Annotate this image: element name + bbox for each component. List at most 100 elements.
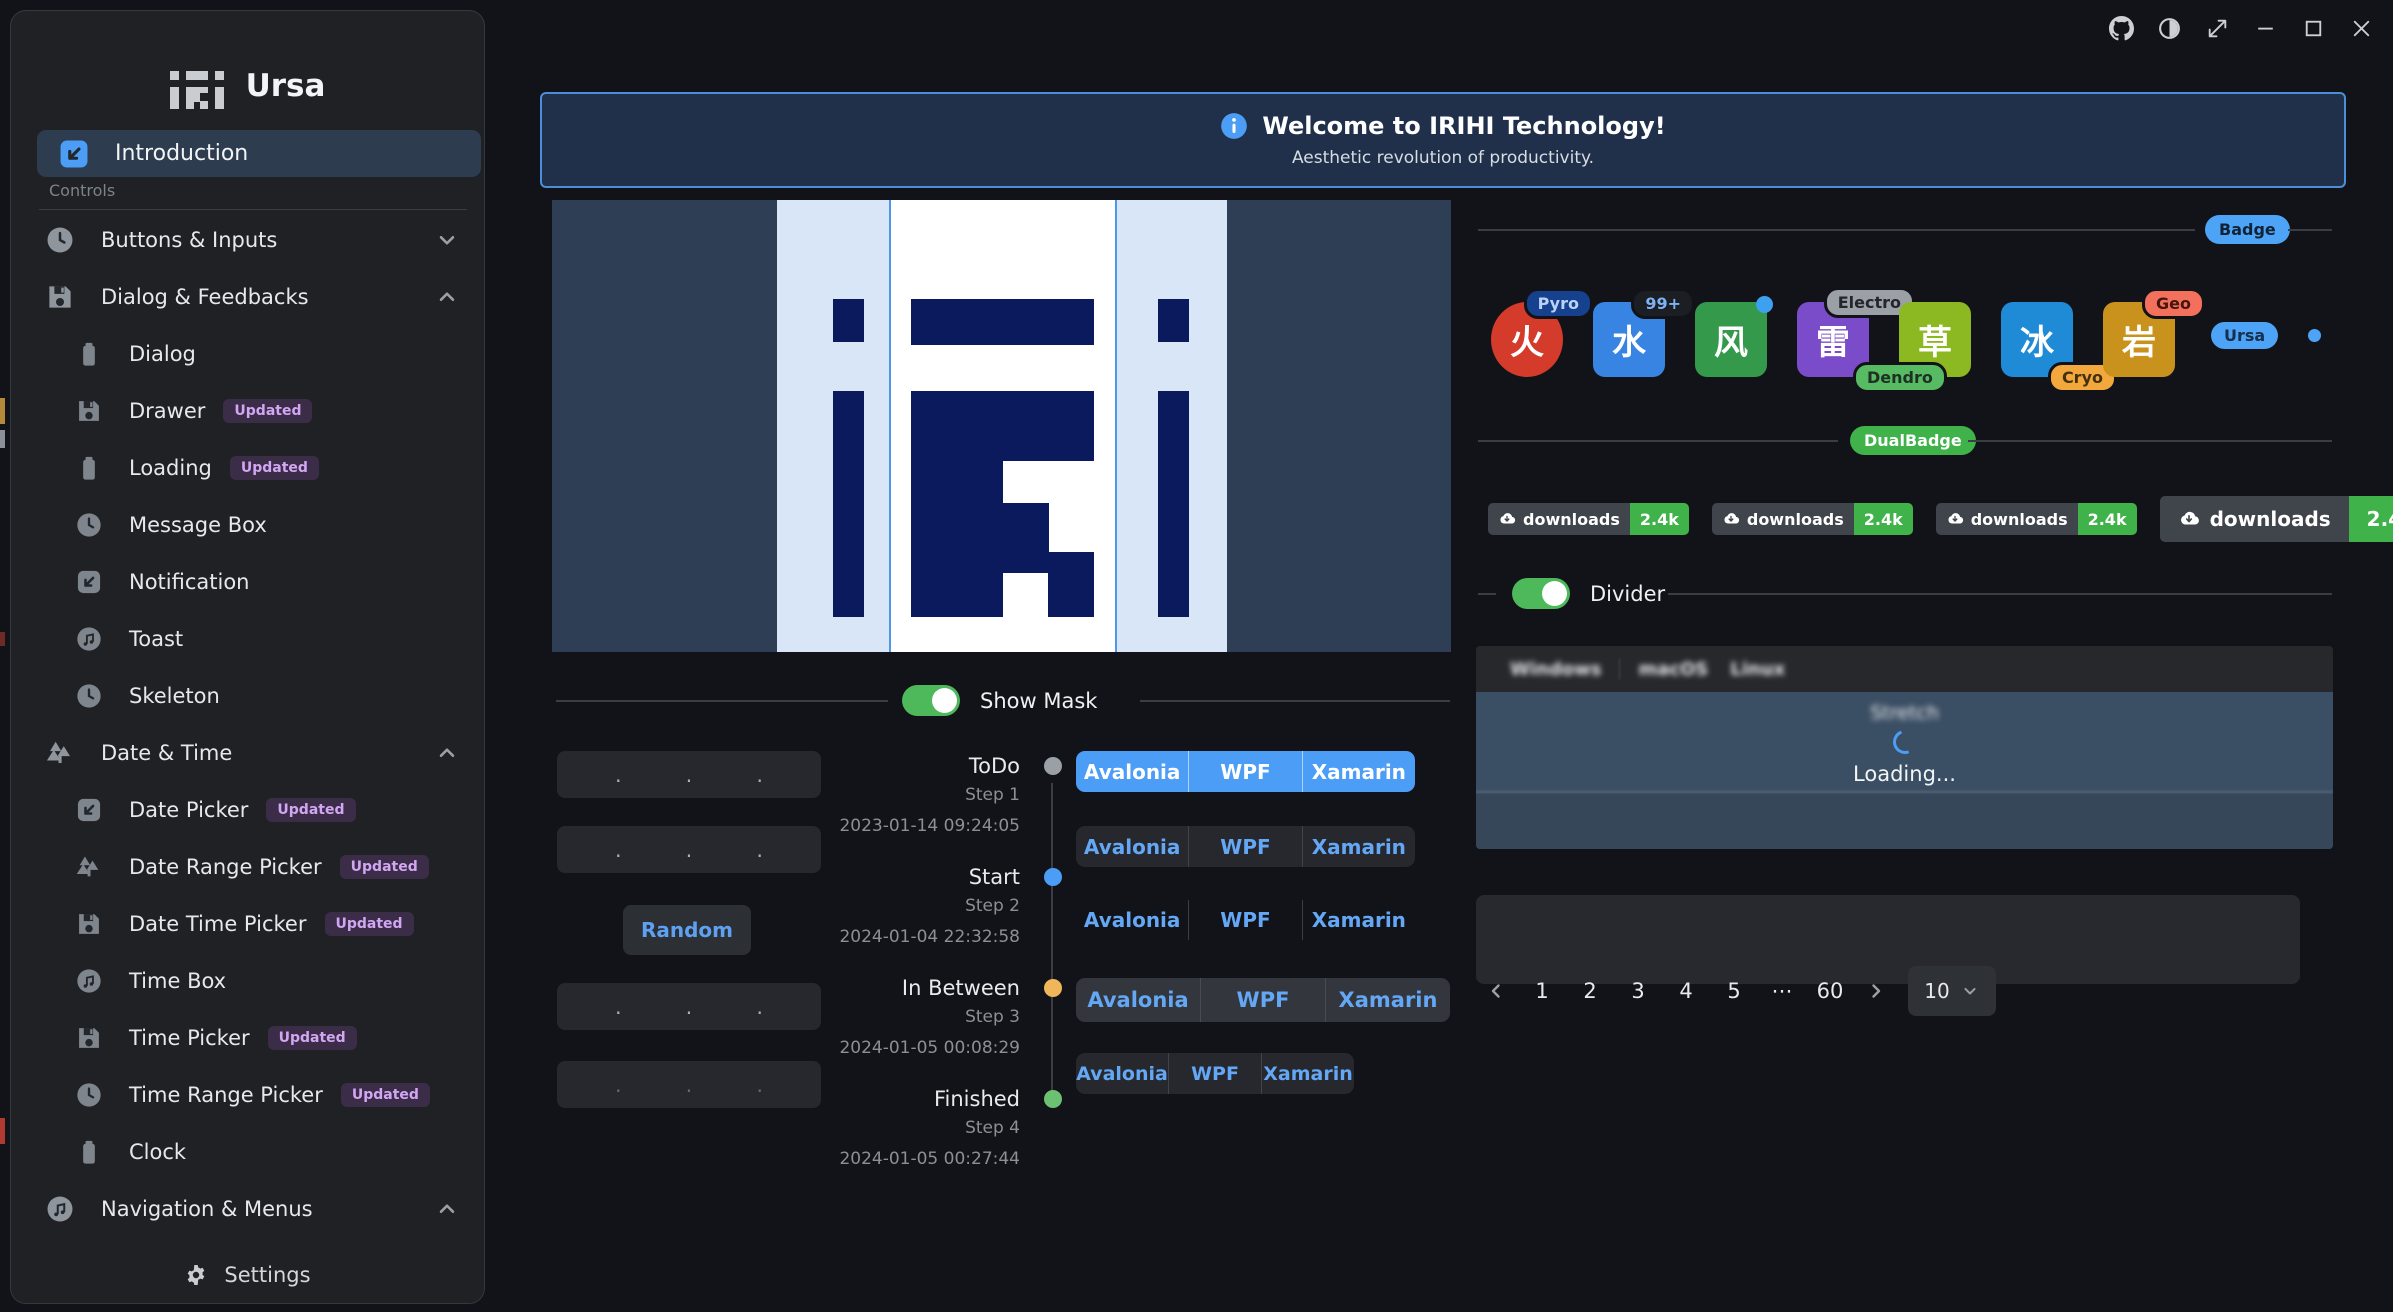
sidebar-item[interactable]: Notification <box>11 553 484 610</box>
sidebar-item[interactable]: Buttons & Inputs <box>11 211 484 268</box>
xamarin-button[interactable]: Xamarin <box>1302 900 1415 940</box>
window-control-button[interactable] <box>2289 6 2337 50</box>
download-badge[interactable]: downloads 2.4k <box>1936 503 2137 535</box>
desktop-artifact <box>0 632 5 646</box>
floppy-icon <box>75 1024 103 1052</box>
avalonia-button[interactable]: Avalonia <box>1076 826 1188 867</box>
updated-badge: Updated <box>230 456 319 480</box>
element-tile[interactable]: 水 99+ <box>1593 302 1665 377</box>
tab-linux[interactable]: Linux <box>1726 659 1803 680</box>
sidebar-item[interactable]: Date Picker Updated <box>11 781 484 838</box>
sidebar-item[interactable]: Date Time Picker Updated <box>11 895 484 952</box>
avalonia-button[interactable]: Avalonia <box>1076 751 1188 792</box>
tab-macos[interactable]: macOS <box>1620 659 1726 680</box>
sidebar-item[interactable]: Clock <box>11 1123 484 1180</box>
element-tile[interactable]: 草 Dendro <box>1899 302 1971 377</box>
xamarin-button[interactable]: Xamarin <box>1302 751 1415 792</box>
window-control-button[interactable] <box>2337 6 2385 50</box>
avalonia-button[interactable]: Avalonia <box>1076 900 1188 940</box>
sidebar-item[interactable]: Time Picker Updated <box>11 1009 484 1066</box>
page-button[interactable]: 3 <box>1624 979 1652 1003</box>
sidebar-item[interactable]: Date Range Picker Updated <box>11 838 484 895</box>
clock-icon <box>75 1081 103 1109</box>
step-subtitle: Step 4 <box>640 1113 1020 1144</box>
window-control-button[interactable] <box>2145 6 2193 50</box>
element-tile[interactable]: 风 <box>1695 302 1767 377</box>
step-timestamp: 2023-01-14 09:24:05 <box>640 811 1020 842</box>
page-button[interactable]: ⋯ <box>1768 979 1796 1003</box>
sidebar-item-label: Time Box <box>129 969 226 993</box>
sidebar-item[interactable]: Dialog & Feedbacks <box>11 268 484 325</box>
arrow-square-icon <box>75 796 103 824</box>
sidebar-item-label: Loading <box>129 456 212 480</box>
element-badge: 99+ <box>1631 288 1695 319</box>
element-tile[interactable]: 火 Pyro <box>1491 302 1563 377</box>
platform-button-group-small: Avalonia WPF Xamarin <box>1076 1053 1354 1094</box>
sidebar-item[interactable]: Loading Updated <box>11 439 484 496</box>
settings-button[interactable]: Settings <box>11 1247 484 1303</box>
battery-icon <box>75 1138 103 1166</box>
divider-toggle[interactable] <box>1512 578 1570 609</box>
ursa-badge: Ursa <box>2211 322 2278 349</box>
download-badge-value: 2.4k <box>2349 496 2393 542</box>
sidebar-item-introduction[interactable]: Introduction <box>37 130 481 177</box>
element-tile[interactable]: 冰 Cryo <box>2001 302 2073 377</box>
download-badge[interactable]: downloads 2.4k <box>1488 503 1689 535</box>
updated-badge: Updated <box>268 1026 357 1050</box>
step-subtitle: Step 1 <box>640 780 1020 811</box>
chevron-up-icon <box>434 284 460 310</box>
previous-page-button[interactable] <box>1484 979 1508 1003</box>
page-button[interactable]: 5 <box>1720 979 1748 1003</box>
sidebar-item[interactable]: Date & Time <box>11 724 484 781</box>
page-button[interactable]: 1 <box>1528 979 1556 1003</box>
sidebar-item-label: Skeleton <box>129 684 220 708</box>
avalonia-button[interactable]: Avalonia <box>1076 978 1200 1022</box>
avalonia-button[interactable]: Avalonia <box>1076 1053 1168 1094</box>
note-icon <box>75 967 103 995</box>
sidebar-item[interactable]: Drawer Updated <box>11 382 484 439</box>
sidebar-item[interactable]: Time Range Picker Updated <box>11 1066 484 1123</box>
sidebar-item[interactable]: Navigation & Menus <box>11 1180 484 1237</box>
xamarin-button[interactable]: Xamarin <box>1302 826 1415 867</box>
tab-windows[interactable]: Windows <box>1492 659 1619 680</box>
sidebar-item[interactable]: Time Box <box>11 952 484 1009</box>
download-badge[interactable]: downloads 2.4k <box>1712 503 1913 535</box>
wpf-button[interactable]: WPF <box>1200 978 1325 1022</box>
sidebar-item-label: Time Range Picker <box>129 1083 323 1107</box>
next-page-button[interactable] <box>1864 979 1888 1003</box>
sidebar-item[interactable]: Toast <box>11 610 484 667</box>
xamarin-button[interactable]: Xamarin <box>1261 1053 1354 1094</box>
element-character: 冰 <box>2020 315 2054 364</box>
xamarin-button[interactable]: Xamarin <box>1325 978 1450 1022</box>
step-subtitle: Step 3 <box>640 1002 1020 1033</box>
sidebar-item-label: Date Picker <box>129 798 248 822</box>
download-badge[interactable]: downloads 2.4k <box>2160 496 2393 542</box>
show-mask-toggle[interactable] <box>902 685 960 716</box>
window-control-button[interactable] <box>2097 6 2145 50</box>
banner-subtitle: Aesthetic revolution of productivity. <box>1292 148 1594 168</box>
page-button[interactable]: 2 <box>1576 979 1604 1003</box>
page-button[interactable]: 4 <box>1672 979 1700 1003</box>
page-button[interactable]: 60 <box>1816 979 1844 1003</box>
updated-badge: Updated <box>341 1083 430 1107</box>
sidebar-item[interactable]: Skeleton <box>11 667 484 724</box>
sidebar-item[interactable]: Message Box <box>11 496 484 553</box>
window-control-button[interactable] <box>2193 6 2241 50</box>
wpf-button[interactable]: WPF <box>1188 826 1301 867</box>
wpf-button[interactable]: WPF <box>1188 900 1301 940</box>
wpf-button[interactable]: WPF <box>1168 1053 1261 1094</box>
page-size-select[interactable]: 10 <box>1908 966 1996 1016</box>
wpf-button[interactable]: WPF <box>1188 751 1301 792</box>
dot-badge <box>2308 329 2321 342</box>
sidebar-item[interactable]: Dialog <box>11 325 484 382</box>
steps-timeline: ToDo Step 1 2023-01-14 09:24:05 Start St… <box>640 752 1020 1196</box>
info-icon <box>1220 112 1248 140</box>
platform-button-group-large: Avalonia WPF Xamarin <box>1076 978 1450 1022</box>
window-control-button[interactable] <box>2241 6 2289 50</box>
platform-button-group-dark: Avalonia WPF Xamarin <box>1076 826 1415 867</box>
sidebar-menu: Buttons & Inputs Dialog & Feedbacks Dial… <box>11 211 484 1294</box>
pagination: 1 2 3 4 5 ⋯ 60 10 <box>1484 966 1996 1016</box>
sidebar-item-label: Date Time Picker <box>129 912 307 936</box>
element-tile[interactable]: 岩 Geo <box>2103 302 2175 377</box>
stretch-label: Stretch <box>1870 702 1939 724</box>
